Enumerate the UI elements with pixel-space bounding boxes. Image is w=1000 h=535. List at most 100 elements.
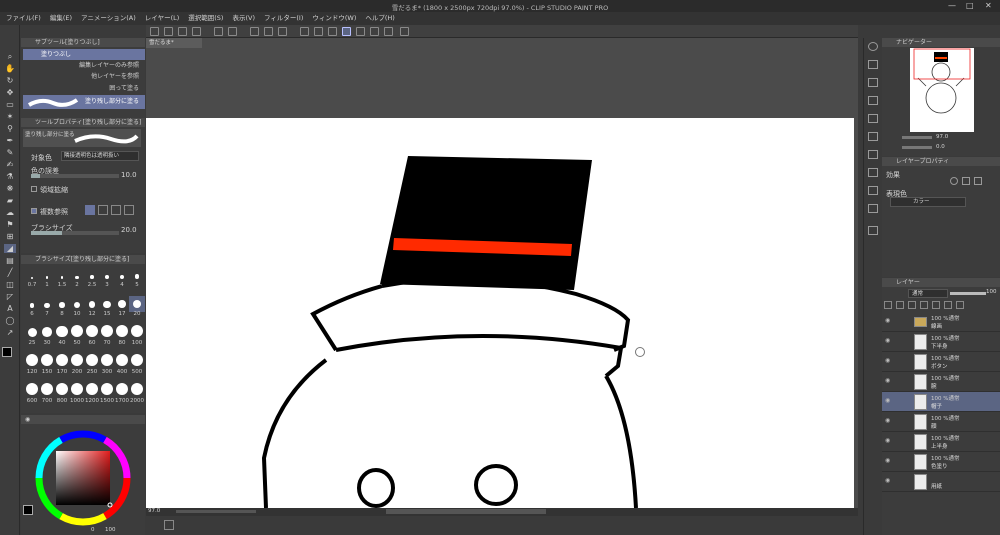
brush-size-option[interactable]: 600 — [24, 383, 40, 404]
minimize-icon[interactable]: — — [948, 1, 956, 10]
material-icon[interactable] — [868, 186, 878, 195]
blend-icon[interactable]: ☁ — [4, 208, 16, 217]
color-main-swatch[interactable] — [23, 505, 33, 515]
color-margin-slider[interactable] — [31, 174, 119, 178]
visibility-eye-icon[interactable]: ◉ — [885, 317, 890, 324]
figure-icon[interactable]: ╱ — [4, 268, 16, 277]
print-icon[interactable] — [192, 27, 201, 36]
layer-row[interactable]: ◉ 100 %通常 下半身 — [882, 332, 1000, 352]
brush-size-option[interactable]: 1700 — [114, 383, 130, 404]
visibility-eye-icon[interactable]: ◉ — [885, 377, 890, 384]
multi-ref-checkbox[interactable] — [31, 208, 37, 214]
document-tab[interactable]: 雪だるま* — [146, 38, 202, 48]
document-canvas[interactable] — [146, 118, 854, 508]
navigator-zoom-slider[interactable] — [902, 136, 932, 139]
frame-icon[interactable]: ⊞ — [4, 232, 16, 241]
brush-size-option[interactable]: 4 — [114, 267, 130, 288]
open-icon[interactable] — [164, 27, 173, 36]
snap-special-icon[interactable] — [356, 27, 365, 36]
decoration-icon[interactable]: ❋ — [4, 184, 16, 193]
brush-size-option[interactable]: 300 — [99, 354, 115, 375]
expression-color-select[interactable]: カラー — [890, 197, 966, 207]
menu-animation[interactable]: アニメーション(A) — [81, 12, 136, 25]
deselect-icon[interactable] — [300, 27, 309, 36]
animation-icon[interactable] — [868, 150, 878, 159]
history-icon[interactable] — [868, 114, 878, 123]
snap-perspective-icon[interactable] — [384, 27, 393, 36]
layer-folder-row[interactable]: ◉ 100 %通常 線画 — [882, 312, 1000, 332]
layer-row[interactable]: ◉ 用紙 — [882, 472, 1000, 492]
ref-layer-icon[interactable] — [896, 301, 904, 309]
ruler-layer-icon[interactable] — [956, 301, 964, 309]
clear-icon[interactable] — [250, 27, 259, 36]
brush-size-option[interactable]: 0.7 — [24, 267, 40, 288]
brush-size-option[interactable]: 1500 — [99, 383, 115, 404]
layer-row[interactable]: ◉ 100 %通常顔 — [882, 412, 1000, 432]
draft-icon[interactable] — [908, 301, 916, 309]
brush-size-option[interactable]: 700 — [39, 383, 55, 404]
brush-size-option[interactable]: 60 — [84, 325, 100, 346]
wand-icon[interactable]: ✶ — [4, 112, 16, 121]
brush-icon[interactable]: ✍ — [4, 160, 16, 169]
ref-ref-layer-icon[interactable] — [98, 205, 108, 215]
brush-size-option[interactable]: 2.5 — [84, 267, 100, 288]
lock-icon[interactable] — [920, 301, 928, 309]
correct-line-icon[interactable]: ↗ — [4, 328, 16, 337]
ruler-icon[interactable]: ◸ — [4, 292, 16, 301]
cloud-icon[interactable] — [400, 27, 409, 36]
layer-row[interactable]: ◉ 100 %通常 ボタン — [882, 352, 1000, 372]
brush-size-option[interactable]: 1.5 — [54, 267, 70, 288]
info-icon[interactable] — [868, 78, 878, 87]
auto-action-icon[interactable] — [868, 132, 878, 141]
selection-border-icon[interactable] — [328, 27, 337, 36]
menu-selection[interactable]: 選択範囲(S) — [188, 12, 223, 25]
layer-row[interactable]: ◉ 100 %通常 上半身 — [882, 432, 1000, 452]
stamp-icon[interactable]: ⚑ — [4, 220, 16, 229]
snap-ruler-icon[interactable] — [342, 27, 351, 36]
ref-folder-icon[interactable] — [124, 205, 134, 215]
brush-size-option[interactable]: 20 — [129, 296, 145, 317]
brush-size-option[interactable]: 70 — [99, 325, 115, 346]
brush-size-option[interactable]: 17 — [114, 296, 130, 317]
brush-size-option[interactable]: 10 — [69, 296, 85, 317]
brush-size-option[interactable]: 400 — [114, 354, 130, 375]
balloon-icon[interactable]: ◯ — [4, 316, 16, 325]
menu-edit[interactable]: 編集(E) — [50, 12, 72, 25]
menu-layer[interactable]: レイヤー(L) — [145, 12, 180, 25]
item-bank-icon[interactable] — [868, 96, 878, 105]
border-effect-icon[interactable] — [950, 177, 958, 185]
opacity-slider[interactable] — [950, 292, 986, 295]
frame-border-icon[interactable]: ◫ — [4, 280, 16, 289]
visibility-eye-icon[interactable]: ◉ — [885, 457, 890, 464]
navigator-rotation-slider[interactable] — [902, 146, 932, 149]
tone-effect-icon[interactable] — [962, 177, 970, 185]
brush-size-option[interactable]: 3 — [99, 267, 115, 288]
brush-size-option[interactable]: 2000 — [129, 383, 145, 404]
layer-row[interactable]: ◉ 100 %通常 帽子 — [882, 392, 1000, 412]
zoom-icon[interactable]: ⌕ — [4, 52, 16, 61]
area-scaling-checkbox[interactable] — [31, 186, 37, 192]
mask-icon[interactable] — [944, 301, 952, 309]
brush-size-option[interactable]: 2 — [69, 267, 85, 288]
brush-size-option[interactable]: 40 — [54, 325, 70, 346]
subtool-item-edit-layer[interactable]: 編集レイヤーのみ参照 — [23, 60, 145, 71]
menu-help[interactable]: ヘルプ(H) — [365, 12, 394, 25]
visibility-eye-icon[interactable]: ◉ — [885, 417, 890, 424]
transform-icon[interactable] — [278, 27, 287, 36]
pen-icon[interactable]: ✒ — [4, 136, 16, 145]
zoom-slider[interactable] — [176, 510, 256, 513]
brush-size-option[interactable]: 30 — [39, 325, 55, 346]
invert-selection-icon[interactable] — [314, 27, 323, 36]
subtool-item-enclose[interactable]: 囲って塗る — [23, 83, 145, 94]
brush-size-option[interactable]: 25 — [24, 325, 40, 346]
visibility-eye-icon[interactable]: ◉ — [885, 337, 890, 344]
eraser-icon[interactable]: ▰ — [4, 196, 16, 205]
blend-mode-select[interactable]: 通常 — [908, 289, 948, 298]
pencil-icon[interactable]: ✎ — [4, 148, 16, 157]
brush-size-option[interactable]: 8 — [54, 296, 70, 317]
timeline-toggle-icon[interactable] — [164, 520, 174, 530]
redo-icon[interactable] — [228, 27, 237, 36]
gradient-icon[interactable]: ▤ — [4, 256, 16, 265]
brush-size-option[interactable]: 5 — [129, 267, 145, 288]
move-icon[interactable]: ✥ — [4, 88, 16, 97]
